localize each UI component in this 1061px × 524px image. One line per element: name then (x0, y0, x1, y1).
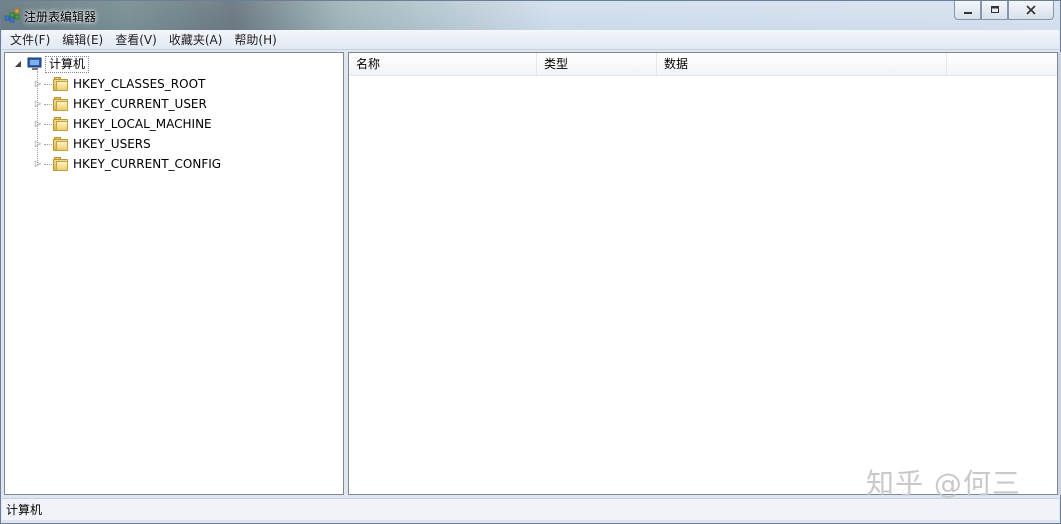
menu-bar: 文件(F) 编辑(E) 查看(V) 收藏夹(A) 帮助(H) (2, 30, 1059, 50)
registry-editor-window: 注册表编辑器 文件(F) 编辑(E) 查看(V) 收藏夹(A) 帮助(H) ◢ (0, 0, 1061, 524)
tree-item-label: HKEY_USERS (73, 137, 151, 151)
expand-arrow-icon[interactable]: ▷ (33, 79, 43, 89)
folder-icon (53, 77, 69, 91)
tree-pane[interactable]: ◢ 计算机 ▷ HKEY_CLASSES_ROOT ▷ HKEY_CURRENT… (4, 52, 344, 495)
watermark-text: 知乎 @何三 (866, 467, 1021, 500)
expand-arrow-icon[interactable]: ▷ (33, 159, 43, 169)
tree-item-label: HKEY_CLASSES_ROOT (73, 77, 206, 91)
tree-dots (44, 143, 52, 145)
menu-favorites[interactable]: 收藏夹(A) (163, 30, 229, 50)
registry-editor-icon (4, 8, 20, 23)
folder-icon (53, 137, 69, 151)
restore-icon (990, 6, 999, 13)
expand-arrow-icon[interactable]: ▷ (33, 99, 43, 109)
computer-icon (27, 57, 42, 70)
tree-dots (44, 163, 52, 165)
menu-file[interactable]: 文件(F) (4, 30, 56, 50)
column-header-type[interactable]: 类型 (537, 53, 657, 76)
title-bar[interactable]: 注册表编辑器 (1, 1, 1060, 30)
expand-arrow-icon[interactable]: ▷ (33, 119, 43, 129)
tree-item-hkcr[interactable]: ▷ HKEY_CLASSES_ROOT (33, 75, 205, 93)
minimize-icon (963, 12, 972, 14)
folder-icon (53, 97, 69, 111)
tree-item-hku[interactable]: ▷ HKEY_USERS (33, 135, 151, 153)
menu-edit[interactable]: 编辑(E) (56, 30, 109, 50)
close-button[interactable] (1008, 1, 1054, 20)
tree-item-label: HKEY_LOCAL_MACHINE (73, 117, 212, 131)
maximize-button[interactable] (981, 1, 1008, 20)
status-text: 计算机 (6, 503, 43, 517)
tree-item-hklm[interactable]: ▷ HKEY_LOCAL_MACHINE (33, 115, 212, 133)
tree-item-label: HKEY_CURRENT_USER (73, 97, 207, 111)
tree-dots (44, 83, 52, 85)
tree-dots (44, 103, 52, 105)
close-icon (1026, 5, 1036, 15)
caption-buttons (954, 1, 1054, 21)
column-header-data[interactable]: 数据 (657, 53, 947, 76)
tree-root-label: 计算机 (45, 55, 90, 73)
collapse-arrow-icon[interactable]: ◢ (13, 59, 23, 69)
menu-help[interactable]: 帮助(H) (228, 30, 282, 50)
minimize-button[interactable] (954, 1, 981, 20)
tree-item-hkcc[interactable]: ▷ HKEY_CURRENT_CONFIG (33, 155, 221, 173)
list-header: 名称 类型 数据 (349, 53, 1057, 76)
tree-dots (44, 123, 52, 125)
folder-icon (53, 117, 69, 131)
menu-view[interactable]: 查看(V) (109, 30, 163, 50)
tree-root-computer[interactable]: ◢ 计算机 (13, 55, 90, 73)
expand-arrow-icon[interactable]: ▷ (33, 139, 43, 149)
column-header-filler (947, 53, 1057, 76)
values-pane[interactable]: 名称 类型 数据 (348, 52, 1058, 495)
window-title: 注册表编辑器 (24, 10, 97, 24)
tree-item-hkcu[interactable]: ▷ HKEY_CURRENT_USER (33, 95, 207, 113)
folder-icon (53, 157, 69, 171)
column-header-name[interactable]: 名称 (349, 53, 537, 76)
tree-item-label: HKEY_CURRENT_CONFIG (73, 157, 222, 171)
